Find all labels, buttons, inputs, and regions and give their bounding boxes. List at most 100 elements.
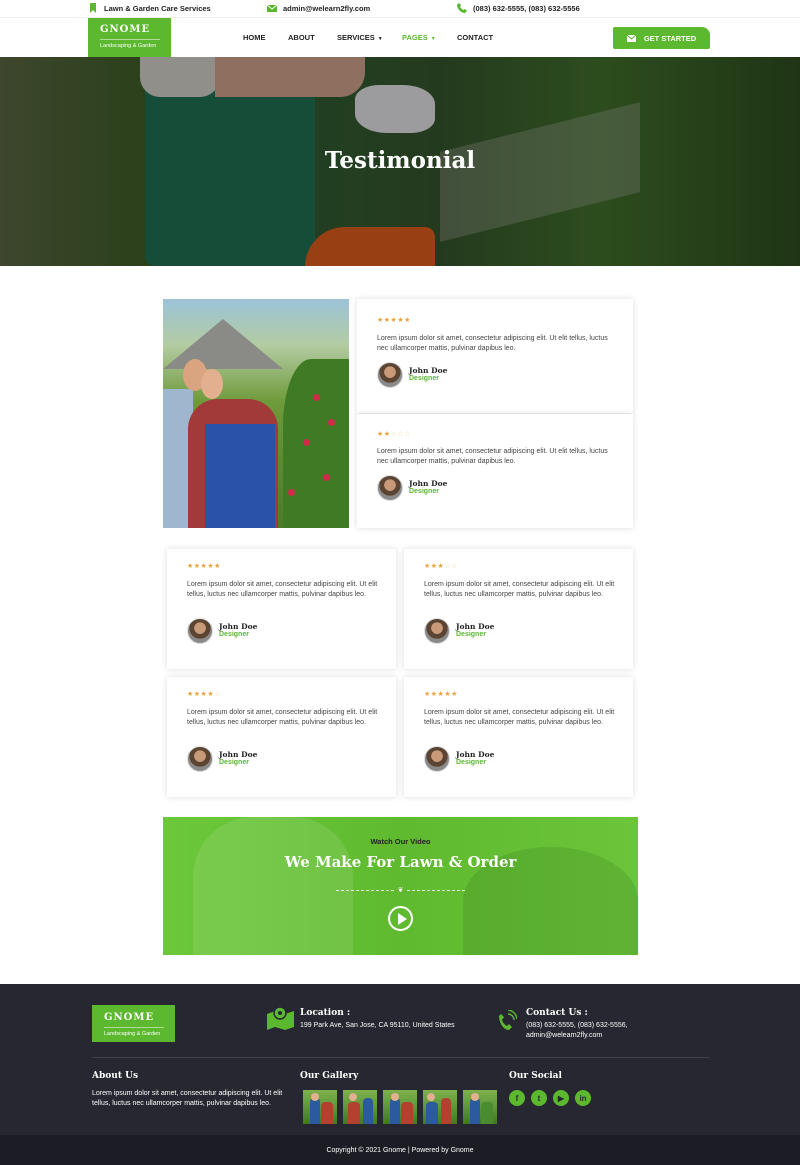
nav-item-pages[interactable]: PAGES ▼	[402, 33, 436, 42]
nav-item-home[interactable]: HOME	[243, 33, 266, 42]
testimonial-card: ★★★★☆ Lorem ipsum dolor sit amet, consec…	[167, 677, 396, 797]
gallery-thumb[interactable]	[303, 1090, 337, 1124]
author-role: Designer	[456, 631, 486, 638]
contact-title: Contact Us :	[526, 1008, 588, 1018]
phone-text[interactable]: (083) 632-5555, (083) 632-5556	[473, 4, 580, 13]
author-name: John Doe	[219, 622, 258, 631]
video-section: Watch Our Video We Make For Lawn & Order…	[163, 817, 638, 955]
logo-name: GNOME	[100, 24, 151, 35]
rating-stars: ★★★★☆	[187, 691, 221, 698]
testimonial-text: Lorem ipsum dolor sit amet, consectetur …	[187, 581, 378, 598]
author-role: Designer	[219, 759, 249, 766]
author-role: Designer	[456, 759, 486, 766]
testimonial-card: ★★☆☆☆ Lorem ipsum dolor sit amet, consec…	[357, 414, 633, 528]
testimonial-card: ★★★★★ Lorem ipsum dolor sit amet, consec…	[167, 549, 396, 669]
phone-icon	[457, 3, 467, 13]
testimonial-author: John Doe Designer	[377, 362, 447, 388]
nav-item-pages-label: PAGES	[402, 33, 428, 42]
avatar	[377, 362, 403, 388]
page-title: Testimonial	[324, 147, 476, 174]
testimonial-author: John Doe Designer	[424, 618, 494, 644]
phone-icon	[499, 1010, 517, 1030]
get-started-button[interactable]: GET STARTED	[613, 27, 710, 49]
rating-stars: ★★★★★	[424, 691, 458, 698]
about-title: About Us	[92, 1071, 139, 1081]
footer-logo[interactable]: GNOME Landscaping & Garden	[92, 1005, 175, 1042]
author-role: Designer	[219, 631, 249, 638]
chevron-down-icon: ▼	[377, 36, 383, 42]
gallery-thumb[interactable]	[423, 1090, 457, 1124]
youtube-icon[interactable]: ▶	[553, 1090, 569, 1106]
gallery-thumb[interactable]	[463, 1090, 497, 1124]
nav-item-services-label: SERVICES	[337, 33, 375, 42]
author-name: John Doe	[456, 750, 495, 759]
testimonial-text: Lorem ipsum dolor sit amet, consectetur …	[187, 709, 378, 726]
email-text[interactable]: admin@welearn2fly.com	[283, 4, 370, 13]
location-title: Location :	[300, 1008, 351, 1018]
leaf-divider: ❦	[333, 886, 468, 894]
video-subtitle: Watch Our Video	[370, 837, 431, 846]
testimonial-text: Lorem ipsum dolor sit amet, consectetur …	[424, 581, 615, 598]
contact-phone[interactable]: (083) 632-5555, (083) 632-5556,	[526, 1021, 628, 1031]
location-text: 199 Park Ave, San Jose, CA 95110, United…	[300, 1022, 455, 1029]
play-icon[interactable]	[388, 906, 413, 931]
author-name: John Doe	[409, 479, 448, 488]
author-name: John Doe	[409, 366, 448, 375]
avatar	[187, 746, 213, 772]
copyright-bar: Copyright © 2021 Gnome | Powered by Gnom…	[0, 1135, 800, 1165]
tagline-text: Lawn & Garden Care Services	[104, 3, 211, 13]
copyright-text: Copyright © 2021 Gnome | Powered by Gnom…	[326, 1146, 474, 1154]
hero-banner: Testimonial	[0, 57, 800, 266]
testimonial-card: ★★★★★ Lorem ipsum dolor sit amet, consec…	[404, 677, 633, 797]
testimonial-card: ★★★☆☆ Lorem ipsum dolor sit amet, consec…	[404, 549, 633, 669]
leaf-icon: ❦	[397, 887, 404, 894]
testimonial-text: Lorem ipsum dolor sit amet, consectetur …	[377, 335, 608, 352]
testimonial-text: Lorem ipsum dolor sit amet, consectetur …	[424, 709, 615, 726]
author-role: Designer	[409, 488, 439, 495]
avatar	[424, 618, 450, 644]
video-title: We Make For Lawn & Order	[284, 853, 517, 871]
footer-divider	[92, 1057, 710, 1058]
chevron-down-icon: ▼	[430, 36, 436, 42]
testimonial-card: ★★★★★ Lorem ipsum dolor sit amet, consec…	[357, 299, 633, 413]
avatar	[187, 618, 213, 644]
testimonial-author: John Doe Designer	[187, 746, 257, 772]
testimonial-text: Lorem ipsum dolor sit amet, consectetur …	[377, 448, 608, 465]
gallery-thumb[interactable]	[343, 1090, 377, 1124]
gallery-title: Our Gallery	[300, 1071, 359, 1081]
phone-item[interactable]: (083) 632-5555, (083) 632-5556	[457, 3, 580, 13]
about-text: Lorem ipsum dolor sit amet, consectetur …	[92, 1090, 283, 1107]
linkedin-icon[interactable]: in	[575, 1090, 591, 1106]
rating-stars: ★★★★★	[187, 563, 221, 570]
couple-gardening-image	[163, 299, 349, 528]
logo-tagline: Landscaping & Garden	[104, 1027, 164, 1037]
author-role: Designer	[409, 375, 439, 382]
nav-item-services[interactable]: SERVICES ▼	[337, 33, 383, 42]
bookmark-icon	[90, 3, 96, 13]
map-icon	[267, 1006, 294, 1030]
testimonial-author: John Doe Designer	[424, 746, 494, 772]
facebook-icon[interactable]: f	[509, 1090, 525, 1106]
avatar	[424, 746, 450, 772]
twitter-icon[interactable]: t	[531, 1090, 547, 1106]
nav-item-contact[interactable]: CONTACT	[457, 33, 493, 42]
logo-tagline: Landscaping & Garden	[100, 39, 160, 49]
tagline-item: Lawn & Garden Care Services	[88, 3, 211, 13]
site-logo[interactable]: GNOME Landscaping & Garden	[88, 18, 171, 57]
nav-item-about[interactable]: ABOUT	[288, 33, 315, 42]
email-item[interactable]: admin@welearn2fly.com	[267, 3, 370, 13]
contact-email[interactable]: admin@welearn2fly.com	[526, 1031, 602, 1041]
rating-stars: ★★★★★	[377, 317, 411, 324]
rating-stars: ★★☆☆☆	[377, 431, 411, 438]
author-name: John Doe	[456, 622, 495, 631]
logo-name: GNOME	[104, 1012, 155, 1023]
get-started-label: GET STARTED	[643, 33, 697, 43]
testimonial-author: John Doe Designer	[187, 618, 257, 644]
envelope-icon	[626, 34, 636, 42]
testimonial-author: John Doe Designer	[377, 475, 447, 501]
gallery-thumb[interactable]	[383, 1090, 417, 1124]
social-title: Our Social	[509, 1071, 562, 1081]
author-name: John Doe	[219, 750, 258, 759]
rating-stars: ★★★☆☆	[424, 563, 458, 570]
top-bar: Lawn & Garden Care Services admin@welear…	[0, 0, 800, 18]
